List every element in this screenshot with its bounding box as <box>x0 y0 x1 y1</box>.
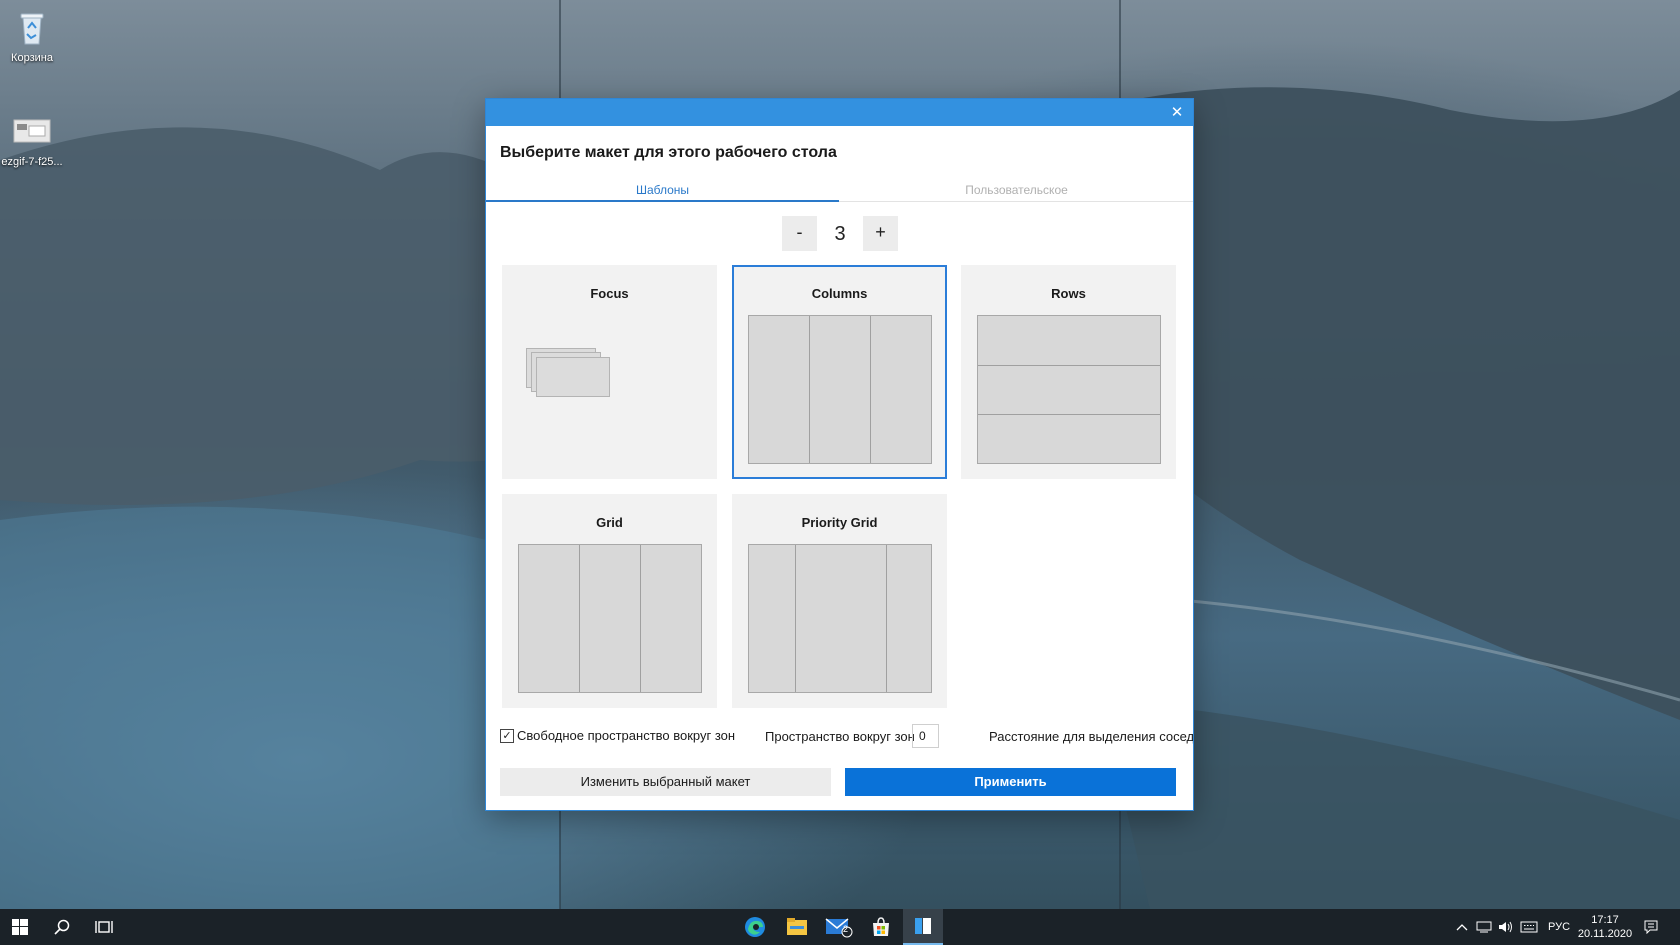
tray-volume[interactable] <box>1496 909 1516 945</box>
chevron-up-icon <box>1456 924 1468 931</box>
search-icon <box>54 919 70 935</box>
task-view-button[interactable] <box>84 909 124 945</box>
network-icon <box>1476 921 1492 933</box>
zone-divider <box>978 414 1160 415</box>
layout-card-columns[interactable]: Columns <box>732 265 947 479</box>
layout-options: ✓ Свободное пространство вокруг зон Прос… <box>500 724 1193 752</box>
apply-button[interactable]: Применить <box>845 768 1176 796</box>
close-icon: ✕ <box>1170 104 1184 121</box>
layout-editor-dialog: ✕ Выберите макет для этого рабочего стол… <box>486 99 1193 810</box>
zone-divider <box>886 545 887 692</box>
tray-overflow-button[interactable] <box>1454 909 1470 945</box>
desktop-icon-label: Корзина <box>11 52 53 64</box>
focus-window-preview <box>536 357 610 397</box>
priority-grid-preview <box>748 544 932 693</box>
recycle-bin-icon <box>12 8 52 48</box>
zone-divider <box>579 545 580 692</box>
desktop-icon-image-file[interactable]: ezgif-7-f25... <box>0 112 67 168</box>
fancyzones-icon <box>915 918 931 934</box>
free-space-checkbox[interactable]: ✓ <box>500 729 514 743</box>
start-button[interactable] <box>0 909 40 945</box>
layout-card-title: Columns <box>811 286 868 301</box>
layout-card-focus[interactable]: Focus <box>502 265 717 479</box>
tray-network[interactable] <box>1474 909 1494 945</box>
space-around-label: Пространство вокруг зон <box>765 729 915 744</box>
layout-card-title: Grid <box>596 515 623 530</box>
zone-divider <box>978 365 1160 366</box>
store-icon <box>873 917 889 936</box>
zone-divider <box>640 545 641 692</box>
tab-custom[interactable]: Пользовательское <box>840 179 1193 201</box>
task-view-icon <box>95 921 113 933</box>
layout-tabs: Шаблоны Пользовательское <box>486 179 1193 202</box>
search-button[interactable] <box>42 909 82 945</box>
mail-icon <box>825 918 853 938</box>
taskbar-app-edge[interactable] <box>735 909 775 945</box>
dialog-titlebar[interactable]: ✕ <box>486 99 1193 126</box>
notification-icon <box>1644 920 1658 934</box>
desktop-icon-label: ezgif-7-f25... <box>1 156 63 168</box>
edit-layout-button[interactable]: Изменить выбранный макет <box>500 768 831 796</box>
dialog-heading: Выберите макет для этого рабочего стола <box>500 144 837 161</box>
windows-start-icon <box>12 919 28 935</box>
layout-card-title: Focus <box>590 286 629 301</box>
taskbar-app-mail[interactable]: 2 <box>819 909 859 945</box>
layout-card-priority-grid[interactable]: Priority Grid <box>732 494 947 708</box>
zone-divider <box>870 316 871 463</box>
highlight-distance-label: Расстояние для выделения соседних зон <box>989 729 1193 744</box>
grid-preview <box>518 544 702 693</box>
layout-card-grid[interactable]: Grid <box>502 494 717 708</box>
decrement-button[interactable]: - <box>782 216 817 251</box>
taskbar-app-fancyzones[interactable] <box>903 909 943 945</box>
taskbar-app-store[interactable] <box>861 909 901 945</box>
tab-templates[interactable]: Шаблоны <box>486 179 839 202</box>
image-file-icon <box>12 112 52 152</box>
zone-divider <box>809 316 810 463</box>
columns-preview <box>748 315 932 464</box>
zone-count-value: 3 <box>834 223 846 245</box>
keyboard-icon <box>1520 921 1538 933</box>
clock-time: 17:17 <box>1591 914 1619 926</box>
layout-card-title: Priority Grid <box>801 515 878 530</box>
desktop-icon-recycle-bin[interactable]: Корзина <box>0 8 67 64</box>
zone-divider <box>795 545 796 692</box>
rows-preview <box>977 315 1161 464</box>
tray-keyboard[interactable] <box>1518 909 1540 945</box>
mail-badge: 2 <box>843 924 849 934</box>
edge-icon <box>745 917 765 937</box>
close-button[interactable]: ✕ <box>1167 103 1187 123</box>
taskbar: 2 РУС 17:17 20.11.2020 <box>0 909 1680 945</box>
space-around-input[interactable]: 0 <box>912 724 939 748</box>
clock-date: 20.11.2020 <box>1577 928 1633 940</box>
increment-button[interactable]: + <box>863 216 898 251</box>
layout-card-rows[interactable]: Rows <box>961 265 1176 479</box>
taskbar-app-explorer[interactable] <box>777 909 817 945</box>
tray-notifications[interactable] <box>1640 909 1662 945</box>
file-explorer-icon <box>787 918 807 935</box>
tray-clock[interactable]: 17:17 20.11.2020 <box>1570 913 1640 941</box>
volume-icon <box>1499 921 1512 933</box>
layout-card-title: Rows <box>1051 286 1086 301</box>
free-space-label: Свободное пространство вокруг зон <box>517 728 736 743</box>
